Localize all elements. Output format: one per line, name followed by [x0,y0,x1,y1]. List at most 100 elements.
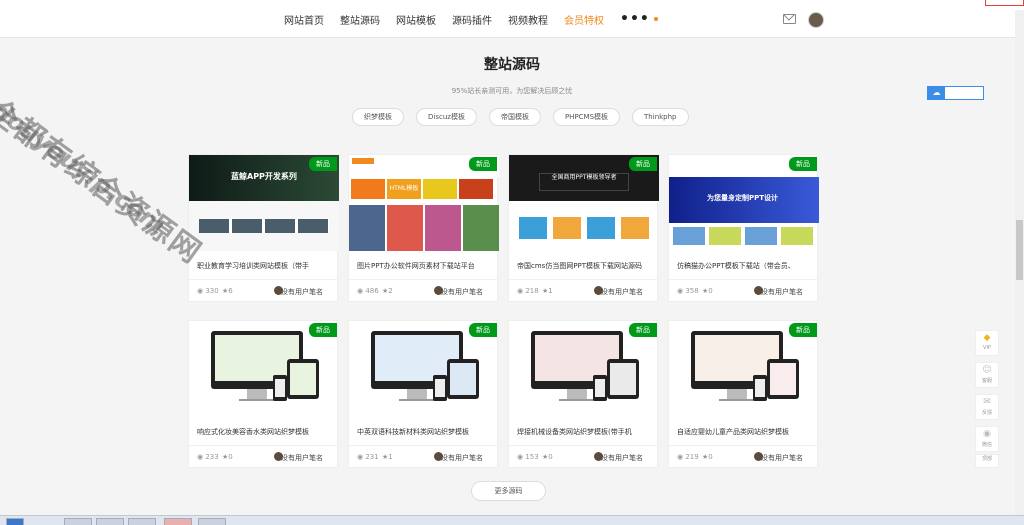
likes-count: ★0 [542,453,553,461]
thumb-block [459,179,493,199]
top-nav-bar: 网站首页 整站源码 网站模板 源码插件 视频教程 会员特权 ••• [0,0,1024,38]
divider [349,445,499,446]
mail-icon[interactable] [783,14,796,24]
views-count: ◉ 233 [197,453,219,461]
views-count: ◉ 486 [357,287,379,295]
thumb-phone-screen [595,379,605,397]
card-meta: ◉ 358 ★0 没有用户笔名 [677,286,811,297]
taskbar-app[interactable] [96,518,124,525]
tag-empirecms[interactable]: 帝国模板 [488,108,541,126]
card-title[interactable]: 响应式化妆美容香水类网站织梦模板 [197,427,331,437]
product-card[interactable]: 新品 中英双语科技新材料类网站织梦模板 ◉ 231 ★1 没有用户笔名 [348,320,499,468]
more-source-button[interactable]: 更多源码 [471,481,546,501]
thumb-phone-screen [435,379,445,397]
likes-value: 2 [388,287,393,295]
likes-count: ★1 [382,453,393,461]
tag-thinkphp[interactable]: Thinkphp [632,108,689,126]
product-card[interactable]: 新品 焊接机械设备类网站织梦模板(带手机 ◉ 153 ★0 没有用户笔名 [508,320,659,468]
tag-phpcms[interactable]: PHPCMS模板 [552,108,621,126]
divider [669,279,819,280]
views-value: 153 [525,453,539,461]
nav-site-templates[interactable]: 网站模板 [396,12,436,27]
divider [349,279,499,280]
float-feedback-button[interactable]: ✉ 反馈 [975,394,999,420]
product-card[interactable]: 蓝鲸APP开发系列 新品 职业教育学习培训类网站模板（带手 ◉ 330 ★6 没… [188,154,339,302]
card-title[interactable]: 仿稿猫办公PPT模板下载站（带会员、 [677,261,811,271]
card-meta: ◉ 330 ★6 没有用户笔名 [197,286,331,297]
cloud-widget[interactable]: ☁ [927,86,984,100]
tag-dedecms[interactable]: 织梦模板 [352,108,404,126]
nav-full-site-source[interactable]: 整站源码 [340,12,380,27]
product-card[interactable]: HTML模板 新品 图片PPT办公软件网页素材下载站平台 ◉ 486 ★2 没有… [348,154,499,302]
user-avatar[interactable] [808,12,824,28]
cloud-icon: ☁ [928,87,945,99]
author-name[interactable]: 没有用户笔名 [441,453,483,463]
views-count: ◉ 218 [517,287,539,295]
product-card[interactable]: 全国商用PPT模板领导者 新品 帝国cms仿当图网PPT模板下载网站源码 ◉ 2… [508,154,659,302]
more-menu-icon[interactable]: ••• [620,11,650,27]
nav-video-tutorials[interactable]: 视频教程 [508,12,548,27]
float-top-button[interactable]: 顶部 [975,454,999,468]
card-title[interactable]: 焊接机械设备类网站织梦模板(带手机 [517,427,651,437]
taskbar-app[interactable] [128,518,156,525]
taskbar-app[interactable] [198,518,226,525]
views-count: ◉ 153 [517,453,539,461]
card-meta: ◉ 231 ★1 没有用户笔名 [357,452,491,463]
divider [509,445,659,446]
window-close-edge[interactable] [985,0,1024,6]
thumb-headline: 蓝鲸APP开发系列 [231,172,297,181]
scrollbar-thumb[interactable] [1016,220,1023,280]
author-name[interactable]: 没有用户笔名 [441,287,483,297]
thumb-tablet-screen [290,363,316,395]
thumb-stand [247,389,267,399]
nav-vip-privileges[interactable]: 会员特权 [564,12,604,27]
float-label: 微信 [981,442,992,448]
taskbar-app[interactable] [164,518,192,525]
product-card[interactable]: 新品 自适应婴幼儿童产品类网站织梦模板 ◉ 219 ★0 没有用户笔名 [668,320,819,468]
page-scrollbar[interactable] [1015,10,1024,515]
likes-count: ★6 [222,287,233,295]
views-value: 486 [365,287,379,295]
float-label: VIP [983,345,991,351]
float-label: 反馈 [981,410,992,416]
start-button[interactable] [6,518,24,525]
divider [509,279,659,280]
likes-count: ★0 [222,453,233,461]
float-wechat-button[interactable]: ◉ 微信 [975,426,999,452]
thumb-block [423,179,457,199]
thumb-tablet-screen [770,363,796,395]
card-meta: ◉ 218 ★1 没有用户笔名 [517,286,651,297]
float-label: 客服 [981,378,992,384]
likes-value: 1 [388,453,393,461]
card-title[interactable]: 图片PPT办公软件网页素材下载站平台 [357,261,491,271]
card-meta: ◉ 219 ★0 没有用户笔名 [677,452,811,463]
page-title: 整站源码 [484,57,540,73]
views-count: ◉ 358 [677,287,699,295]
author-name[interactable]: 没有用户笔名 [281,453,323,463]
thumb-base [239,399,275,401]
category-tags: 织梦模板 Discuz模板 帝国模板 PHPCMS模板 Thinkphp [352,108,701,126]
tag-discuz[interactable]: Discuz模板 [416,108,477,126]
card-title[interactable]: 职业教育学习培训类网站模板（带手 [197,261,331,271]
views-count: ◉ 219 [677,453,699,461]
new-badge: 新品 [789,157,817,171]
card-title[interactable]: 自适应婴幼儿童产品类网站织梦模板 [677,427,811,437]
card-title[interactable]: 中英双语科技新材料类网站织梦模板 [357,427,491,437]
author-name[interactable]: 没有用户笔名 [281,287,323,297]
author-name[interactable]: 没有用户笔名 [601,453,643,463]
nav-home[interactable]: 网站首页 [284,12,324,27]
thumb-stand [727,389,747,399]
author-name[interactable]: 没有用户笔名 [761,453,803,463]
float-service-button[interactable]: ☺ 客服 [975,362,999,388]
new-badge: 新品 [309,323,337,337]
taskbar-app[interactable] [64,518,92,525]
author-name[interactable]: 没有用户笔名 [761,287,803,297]
author-name[interactable]: 没有用户笔名 [601,287,643,297]
float-vip-button[interactable]: ◆ VIP [975,330,999,356]
product-card[interactable]: 为您量身定制PPT设计 新品 仿稿猫办公PPT模板下载站（带会员、 ◉ 358 … [668,154,819,302]
thumb-phone-screen [755,379,765,397]
card-title[interactable]: 帝国cms仿当图网PPT模板下载网站源码 [517,261,651,271]
nav-source-plugins[interactable]: 源码插件 [452,12,492,27]
new-badge: 新品 [309,157,337,171]
product-card[interactable]: 新品 响应式化妆美容香水类网站织梦模板 ◉ 233 ★0 没有用户笔名 [188,320,339,468]
